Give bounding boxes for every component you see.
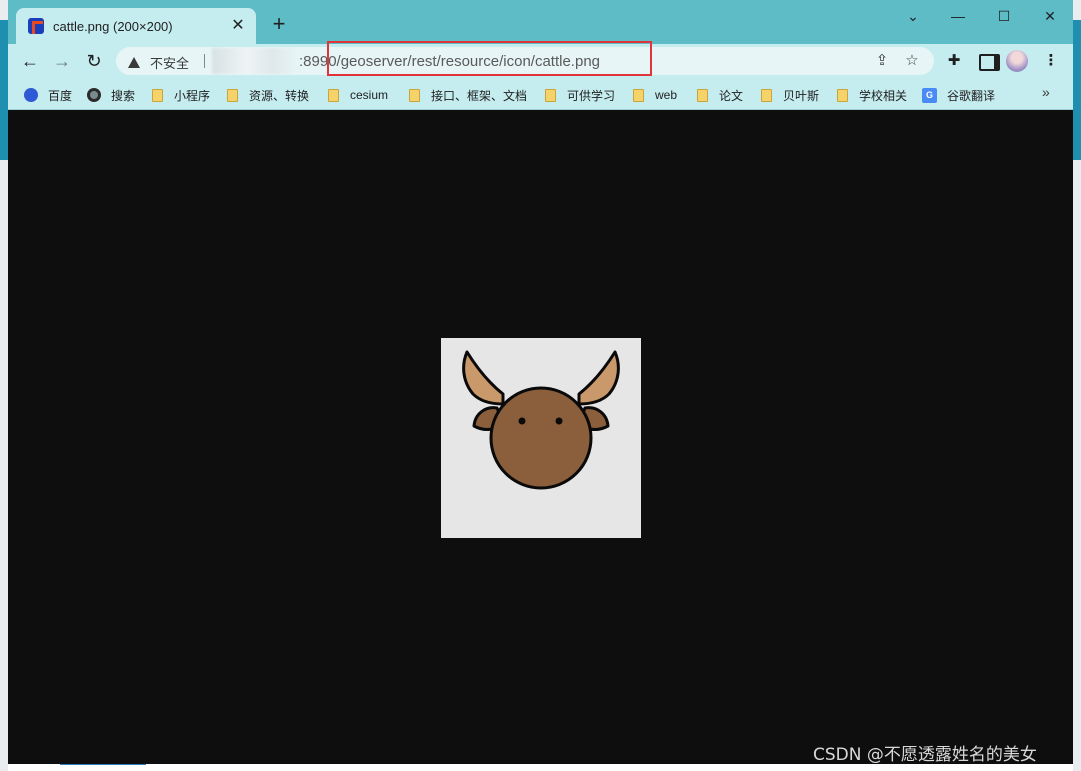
globe-icon [87, 88, 101, 102]
url-annotation-box [327, 41, 652, 76]
folder-icon [697, 88, 708, 102]
left-horn [462, 350, 505, 406]
image-viewer [8, 111, 1073, 764]
bookmark-label: 谷歌翻译 [947, 88, 996, 103]
folder-icon [409, 88, 420, 102]
bookmark-folder-papers[interactable]: 论文 [697, 86, 743, 104]
bookmark-folder-miniprogram[interactable]: 小程序 [152, 86, 210, 104]
tab-close-icon[interactable]: ✕ [230, 18, 246, 34]
profile-avatar[interactable] [1006, 50, 1028, 72]
bookmark-label: 可供学习 [567, 88, 616, 103]
browser-menu-icon[interactable]: ⋮ [1041, 51, 1061, 71]
bookmark-folder-resources[interactable]: 资源、转换 [227, 86, 309, 104]
bookmark-label: cesium [350, 88, 389, 102]
bookmark-label: web [655, 88, 678, 102]
folder-icon [328, 88, 339, 102]
bookmark-folder-docs[interactable]: 接口、框架、文档 [409, 86, 527, 104]
bookmark-folder-cesium[interactable]: cesium [328, 86, 388, 104]
tab-active[interactable]: cattle.png (200×200) ✕ [16, 8, 256, 44]
address-bar-divider [204, 54, 205, 68]
csdn-watermark: CSDN @不愿透露姓名的美女 [813, 745, 1037, 765]
bookmark-label: 小程序 [174, 88, 211, 103]
bookmark-label: 搜索 [111, 88, 136, 103]
maximize-button[interactable]: ☐ [981, 6, 1027, 26]
bookmark-folder-web[interactable]: web [633, 86, 677, 104]
cattle-image[interactable] [441, 338, 641, 538]
bookmark-search[interactable]: 搜索 [87, 86, 135, 104]
bookmark-folder-bayes[interactable]: 贝叶斯 [761, 86, 819, 104]
browser-window: cattle.png (200×200) ✕ + ⌄ — ☐ ✕ ← → ↻ 不… [8, 0, 1073, 764]
folder-icon [152, 88, 163, 102]
share-icon[interactable]: ⇪ [872, 51, 892, 71]
tab-search-dropdown-icon[interactable]: ⌄ [890, 6, 936, 26]
desktop-background-right-accent [1073, 20, 1081, 160]
bookmark-label: 论文 [719, 88, 744, 103]
folder-icon [545, 88, 556, 102]
right-horn [577, 350, 620, 406]
warning-icon [128, 57, 140, 68]
security-indicator[interactable]: 不安全 [128, 53, 189, 72]
left-eye [518, 417, 526, 425]
bookmarks-bar: 百度 搜索 小程序 资源、转换 cesium 接口、框架、文档 可供学习 web… [8, 78, 1073, 110]
folder-icon [837, 88, 848, 102]
bookmark-label: 接口、框架、文档 [431, 88, 528, 103]
bookmarks-overflow-icon[interactable]: » [1042, 84, 1050, 100]
geoserver-favicon-icon [28, 18, 44, 34]
blurred-host [212, 48, 298, 74]
bookmark-baidu[interactable]: 百度 [24, 86, 72, 104]
folder-icon [633, 88, 644, 102]
bookmark-star-icon[interactable]: ☆ [902, 51, 922, 71]
minimize-button[interactable]: — [935, 6, 981, 26]
bookmark-google-translate[interactable]: G 谷歌翻译 [922, 86, 995, 104]
side-panel-icon[interactable] [976, 51, 1000, 71]
baidu-icon [24, 88, 38, 102]
cattle-head-icon [462, 350, 620, 490]
extensions-puzzle-icon[interactable]: ✚ [944, 51, 964, 71]
new-tab-button[interactable]: + [268, 13, 290, 36]
desktop-background-left-accent [0, 20, 8, 160]
folder-icon [227, 88, 238, 102]
folder-icon [761, 88, 772, 102]
tab-title: cattle.png (200×200) [53, 18, 173, 34]
bookmark-folder-school[interactable]: 学校相关 [837, 86, 907, 104]
close-window-button[interactable]: ✕ [1027, 6, 1073, 26]
bookmark-label: 资源、转换 [249, 88, 310, 103]
bookmark-label: 贝叶斯 [783, 88, 820, 103]
tab-strip: cattle.png (200×200) ✕ + ⌄ — ☐ ✕ [8, 0, 1073, 44]
bookmark-label: 学校相关 [859, 88, 908, 103]
google-translate-icon: G [922, 87, 937, 103]
back-button[interactable]: ← [18, 49, 42, 73]
right-eye [555, 417, 563, 425]
bookmark-folder-learning[interactable]: 可供学习 [545, 86, 615, 104]
security-label: 不安全 [150, 56, 190, 71]
bookmark-label: 百度 [48, 88, 73, 103]
forward-button[interactable]: → [50, 49, 74, 73]
reload-button[interactable]: ↻ [82, 49, 106, 73]
cattle-face [489, 386, 593, 490]
